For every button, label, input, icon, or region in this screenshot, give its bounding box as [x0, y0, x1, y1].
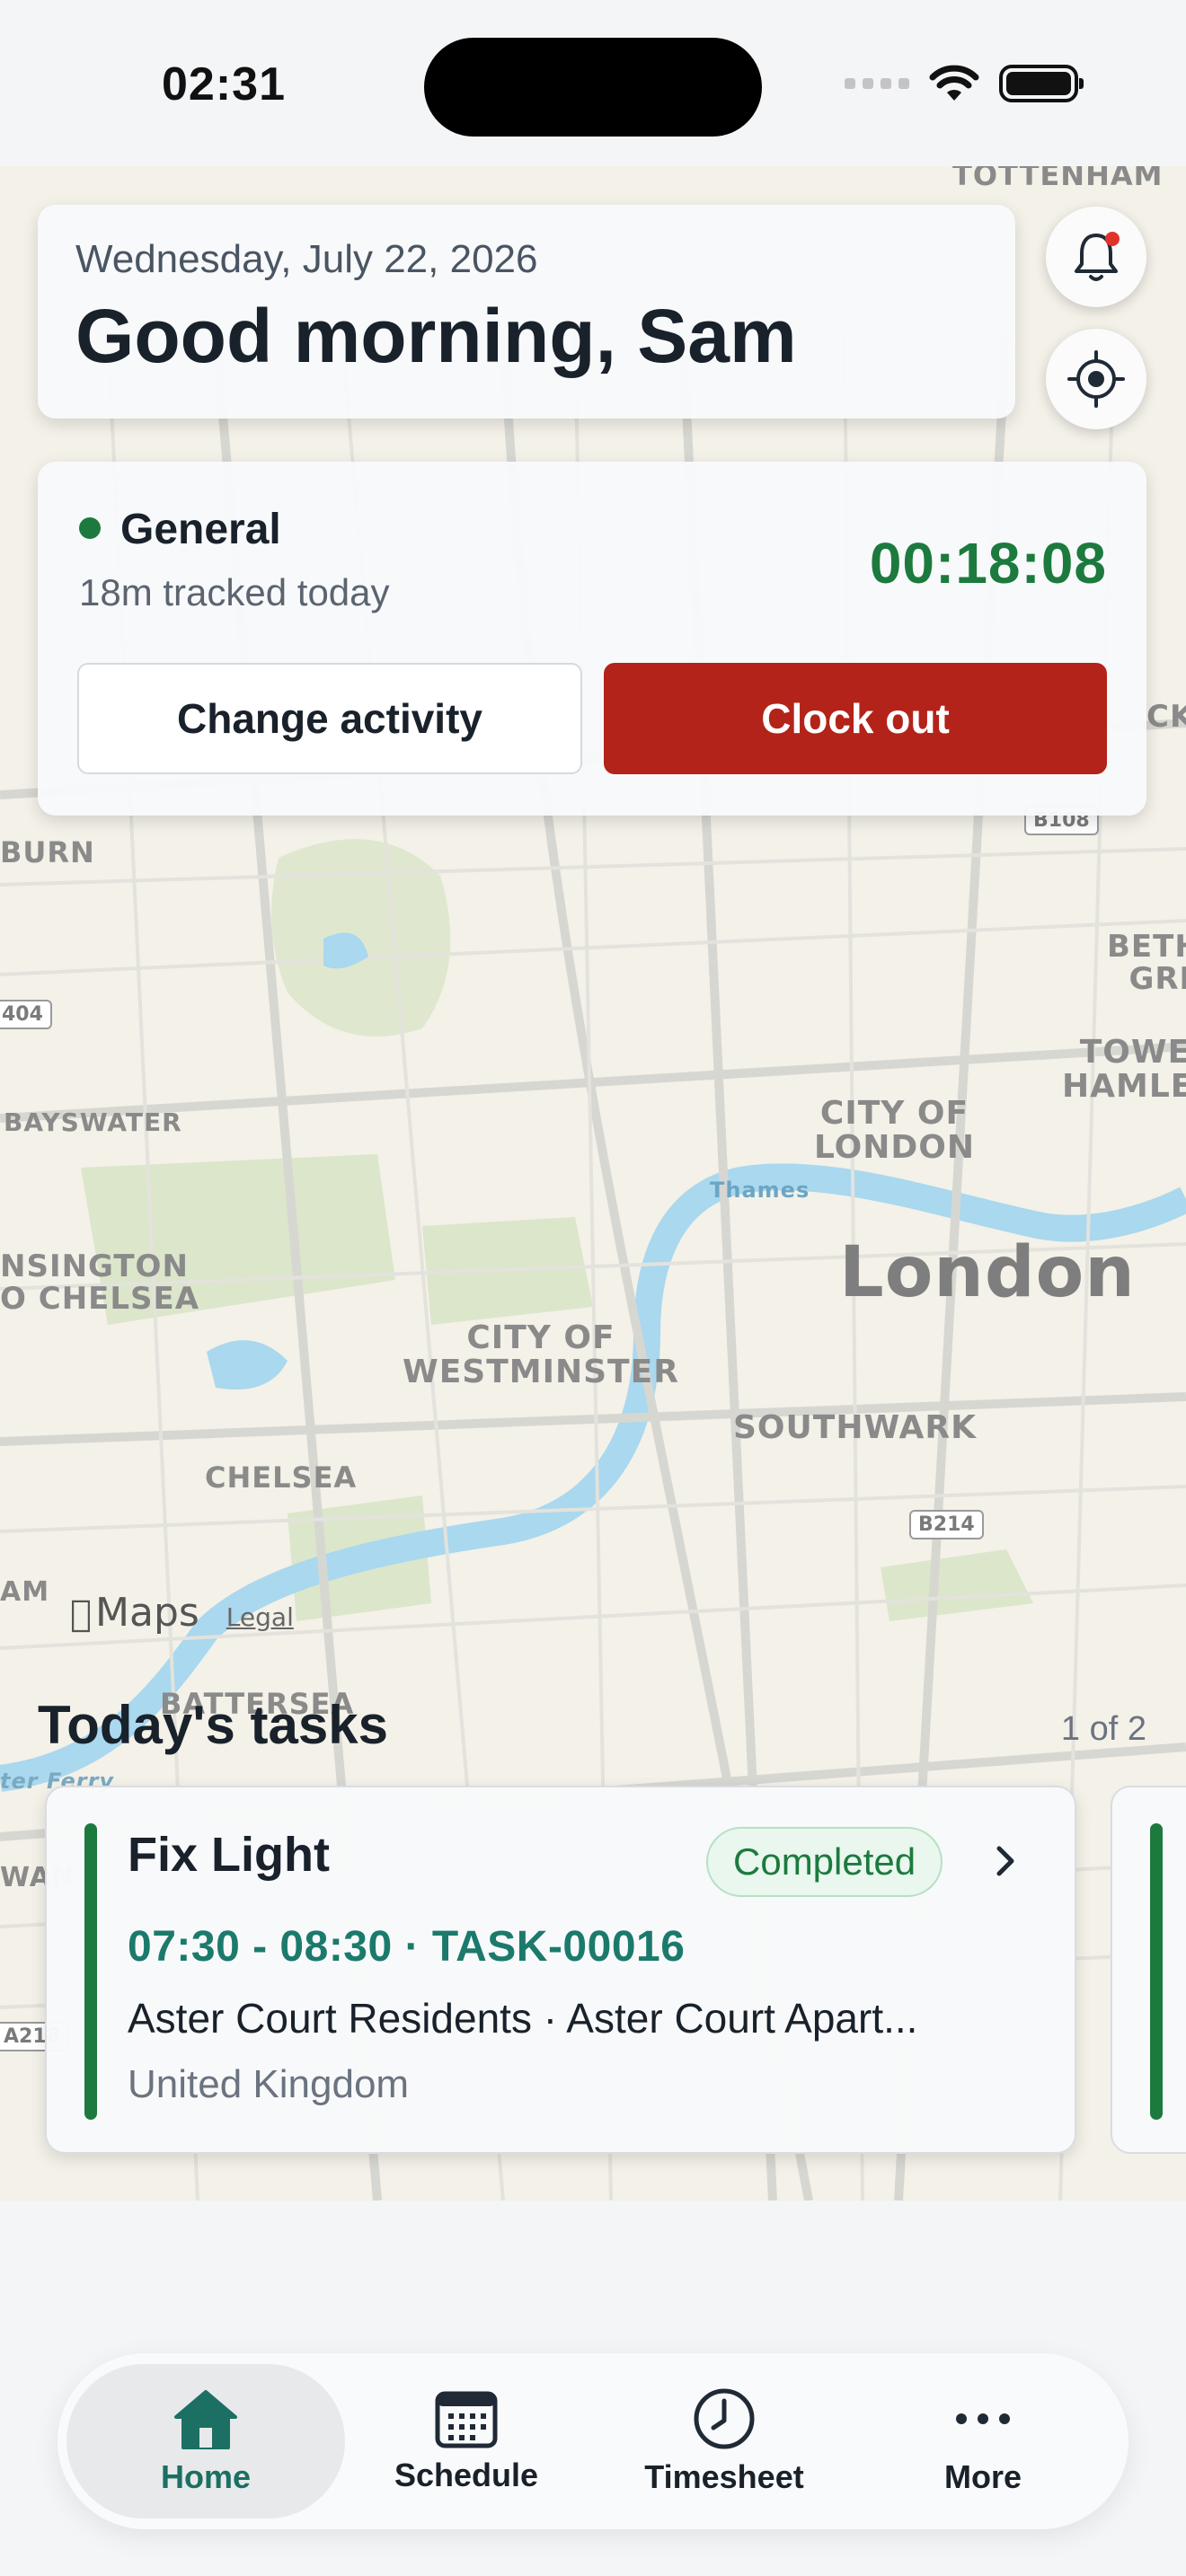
location-target-icon [1067, 350, 1125, 408]
map-label-city-of-westminster: CITY OF WESTMINSTER [403, 1319, 679, 1390]
activity-status-dot [79, 517, 101, 539]
activity-timer: 00:18:08 [869, 531, 1107, 595]
battery-icon [999, 65, 1084, 102]
tab-label-more: More [943, 2458, 1022, 2495]
map-label-bayswater: BAYSWATER [4, 1107, 182, 1137]
greeting-title: Good morning, Sam [75, 294, 797, 378]
maps-attribution:  Maps Legal [70, 1590, 294, 1636]
task-title: Fix Light [128, 1828, 330, 1882]
tasks-heading: Today's tasks [38, 1695, 388, 1755]
maps-legal-link[interactable]: Legal [226, 1602, 294, 1632]
notifications-button[interactable] [1046, 207, 1146, 307]
task-location: Aster Court Residents · Aster Court Apar… [128, 1995, 918, 2042]
tab-home[interactable]: Home [66, 2364, 345, 2519]
dynamic-island [424, 38, 762, 137]
clock-out-button[interactable]: Clock out [604, 663, 1107, 774]
map-label-kensington: NSINGTON O CHELSEA [0, 1248, 200, 1317]
more-dots-icon [956, 2413, 1010, 2424]
tab-label-schedule: Schedule [394, 2457, 539, 2493]
task-country: United Kingdom [128, 2062, 410, 2106]
status-bar: 02:31 [0, 0, 1186, 166]
map-label-tower-hamlets: TOWER HAMLET [1062, 1034, 1186, 1105]
map-label-tottenham: TOTTENHAM [952, 166, 1164, 192]
map-label-bethnal-green: BETH GRE [1107, 929, 1186, 997]
apple-logo-icon:  [70, 1593, 92, 1635]
status-badge: Completed [706, 1827, 943, 1897]
map-label-burn: BURN [0, 835, 95, 869]
locate-me-button[interactable] [1046, 329, 1146, 429]
map-label-ck: CK [1146, 699, 1186, 735]
clock-icon [694, 2388, 755, 2449]
status-icons [845, 65, 1084, 102]
road-tag-404: 404 [0, 1000, 52, 1029]
cellular-signal-icon [845, 78, 909, 89]
road-tag-b214: B214 [909, 1510, 984, 1539]
activity-card: General 18m tracked today 00:18:08 Chang… [38, 462, 1146, 816]
map-label-thames: Thames [710, 1178, 810, 1203]
tab-timesheet[interactable]: Timesheet [616, 2364, 832, 2519]
status-time: 02:31 [162, 58, 286, 110]
tab-label-home: Home [160, 2458, 252, 2495]
greeting-date: Wednesday, July 22, 2026 [75, 237, 538, 281]
map-label-southwark: SOUTHWARK [733, 1409, 978, 1446]
tab-schedule[interactable]: Schedule [363, 2364, 570, 2519]
map-label-chelsea: CHELSEA [205, 1460, 358, 1495]
notification-dot [1105, 232, 1120, 246]
map-label-london: London [839, 1232, 1136, 1313]
tab-more[interactable]: More [884, 2364, 1082, 2519]
change-activity-button[interactable]: Change activity [77, 663, 582, 774]
greeting-card: Wednesday, July 22, 2026 Good morning, S… [38, 205, 1015, 419]
tab-bar: Home Schedule Timesheet More [58, 2353, 1128, 2529]
task-card[interactable]: Fix Light Completed 07:30 - 08:30 · TASK… [45, 1786, 1076, 2154]
calendar-icon [435, 2391, 498, 2448]
map-label-am: AM [0, 1576, 50, 1608]
map-label-city-of-london: CITY OF LONDON [814, 1095, 976, 1166]
next-task-card[interactable] [1111, 1786, 1186, 2154]
wifi-icon [929, 65, 979, 101]
maps-logo-text: Maps [74, 1590, 199, 1636]
tasks-pager: 1 of 2 [1060, 1710, 1146, 1748]
task-status-bar [1150, 1823, 1163, 2120]
activity-tracked-today: 18m tracked today [79, 571, 390, 613]
chevron-right-icon[interactable] [979, 1834, 1033, 1888]
task-status-bar [84, 1823, 97, 2120]
home-icon [174, 2390, 237, 2449]
activity-name: General [120, 506, 281, 553]
tab-label-timesheet: Timesheet [644, 2458, 804, 2495]
task-time-reference: 07:30 - 08:30 · TASK-00016 [128, 1923, 686, 1971]
